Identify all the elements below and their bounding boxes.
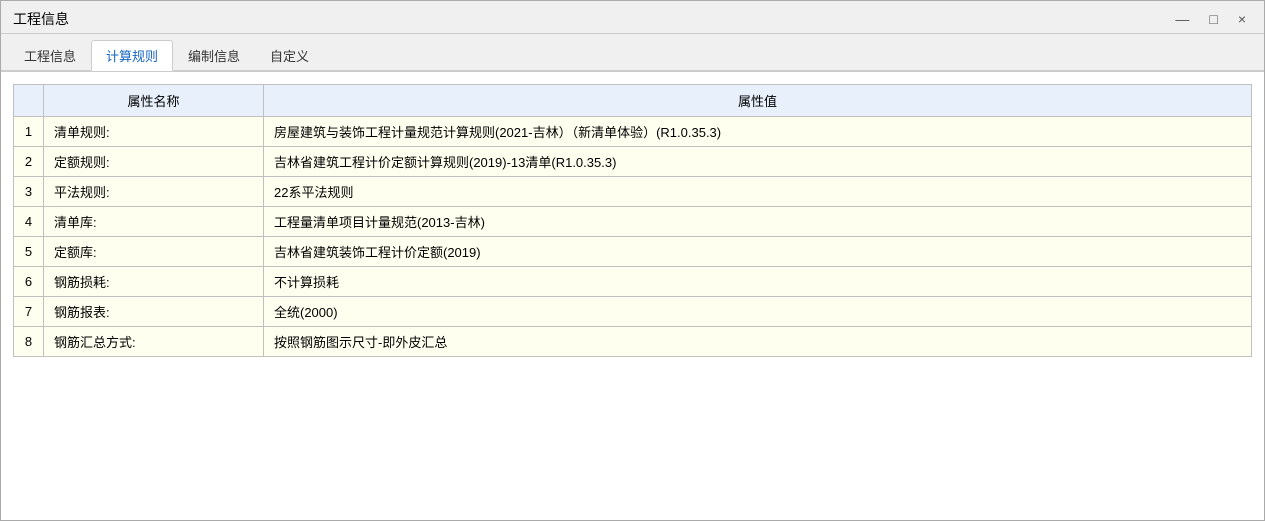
- table-row: 1 清单规则: 房屋建筑与装饰工程计量规范计算规则(2021-吉林）（新清单体验…: [14, 117, 1252, 147]
- prop-name-cell: 平法规则:: [44, 177, 264, 207]
- row-index: 4: [14, 207, 44, 237]
- col-header-prop-value: 属性值: [264, 85, 1252, 117]
- prop-name-cell: 钢筋报表:: [44, 297, 264, 327]
- minimize-button[interactable]: —: [1169, 9, 1195, 29]
- prop-name-cell: 定额规则:: [44, 147, 264, 177]
- row-index: 1: [14, 117, 44, 147]
- prop-value-cell: 工程量清单项目计量规范(2013-吉林): [264, 207, 1252, 237]
- prop-value-cell: 吉林省建筑装饰工程计价定额(2019): [264, 237, 1252, 267]
- row-index: 2: [14, 147, 44, 177]
- window-controls: — □ ×: [1169, 9, 1252, 29]
- table-row: 4 清单库: 工程量清单项目计量规范(2013-吉林): [14, 207, 1252, 237]
- prop-value-cell: 按照钢筋图示尺寸-即外皮汇总: [264, 327, 1252, 357]
- title-bar: 工程信息 — □ ×: [1, 1, 1264, 34]
- col-header-index: [14, 85, 44, 117]
- prop-value-cell: 22系平法规则: [264, 177, 1252, 207]
- prop-name-cell: 清单规则:: [44, 117, 264, 147]
- prop-value-cell: 吉林省建筑工程计价定额计算规则(2019)-13清单(R1.0.35.3): [264, 147, 1252, 177]
- tab-engineering-info[interactable]: 工程信息: [9, 40, 91, 70]
- table-row: 3 平法规则: 22系平法规则: [14, 177, 1252, 207]
- prop-name-cell: 钢筋汇总方式:: [44, 327, 264, 357]
- row-index: 3: [14, 177, 44, 207]
- table-row: 6 钢筋损耗: 不计算损耗: [14, 267, 1252, 297]
- prop-name-cell: 清单库:: [44, 207, 264, 237]
- row-index: 5: [14, 237, 44, 267]
- table-row: 2 定额规则: 吉林省建筑工程计价定额计算规则(2019)-13清单(R1.0.…: [14, 147, 1252, 177]
- prop-value-cell: 全统(2000): [264, 297, 1252, 327]
- table-row: 5 定额库: 吉林省建筑装饰工程计价定额(2019): [14, 237, 1252, 267]
- tab-compile-info[interactable]: 编制信息: [173, 40, 255, 70]
- tab-bar: 工程信息计算规则编制信息自定义: [1, 34, 1264, 71]
- table-row: 8 钢筋汇总方式: 按照钢筋图示尺寸-即外皮汇总: [14, 327, 1252, 357]
- prop-name-cell: 钢筋损耗:: [44, 267, 264, 297]
- tab-custom[interactable]: 自定义: [255, 40, 324, 70]
- maximize-button[interactable]: □: [1203, 9, 1223, 29]
- main-window: 工程信息 — □ × 工程信息计算规则编制信息自定义 属性名称 属性值 1 清单…: [0, 0, 1265, 521]
- row-index: 7: [14, 297, 44, 327]
- prop-value-cell: 不计算损耗: [264, 267, 1252, 297]
- close-button[interactable]: ×: [1232, 9, 1252, 29]
- window-title: 工程信息: [13, 9, 69, 29]
- properties-table: 属性名称 属性值 1 清单规则: 房屋建筑与装饰工程计量规范计算规则(2021-…: [13, 84, 1252, 357]
- row-index: 6: [14, 267, 44, 297]
- col-header-prop-name: 属性名称: [44, 85, 264, 117]
- tab-calc-rules[interactable]: 计算规则: [91, 40, 173, 71]
- row-index: 8: [14, 327, 44, 357]
- content-area: 属性名称 属性值 1 清单规则: 房屋建筑与装饰工程计量规范计算规则(2021-…: [1, 71, 1264, 520]
- table-row: 7 钢筋报表: 全统(2000): [14, 297, 1252, 327]
- prop-value-cell: 房屋建筑与装饰工程计量规范计算规则(2021-吉林）（新清单体验）(R1.0.3…: [264, 117, 1252, 147]
- prop-name-cell: 定额库:: [44, 237, 264, 267]
